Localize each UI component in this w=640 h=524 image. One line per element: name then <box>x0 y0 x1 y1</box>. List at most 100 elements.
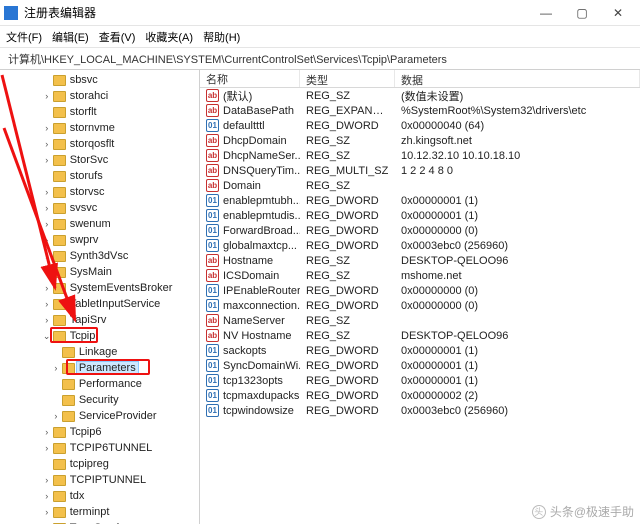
value-type: REG_DWORD <box>300 300 395 312</box>
chevron-icon[interactable]: › <box>42 203 52 213</box>
chevron-icon[interactable]: › <box>42 315 52 325</box>
chevron-icon[interactable]: › <box>42 139 52 149</box>
value-row[interactable]: 01enablepmtubh...REG_DWORD0x00000001 (1) <box>200 193 640 208</box>
tree-item-synth3dvsc[interactable]: ›Synth3dVsc <box>0 248 199 264</box>
value-name: DhcpDomain <box>223 135 287 147</box>
maximize-button[interactable]: ▢ <box>564 0 600 26</box>
value-row[interactable]: 01ForwardBroad...REG_DWORD0x00000000 (0) <box>200 223 640 238</box>
tree-item-storqosflt[interactable]: ›storqosflt <box>0 136 199 152</box>
value-name: Domain <box>223 180 261 192</box>
tree-item-linkage[interactable]: Linkage <box>0 344 199 360</box>
value-name: ICSDomain <box>223 270 279 282</box>
tree-item-tcpiptunnel[interactable]: ›TCPIPTUNNEL <box>0 472 199 488</box>
window-title: 注册表编辑器 <box>24 4 528 21</box>
value-row[interactable]: 01SyncDomainWi...REG_DWORD0x00000001 (1) <box>200 358 640 373</box>
menu-favorites[interactable]: 收藏夹(A) <box>145 29 193 45</box>
tree-item-storahci[interactable]: ›storahci <box>0 88 199 104</box>
folder-icon <box>53 123 66 134</box>
tree-label: storflt <box>70 106 97 118</box>
tree-item-termservice[interactable]: ›TermService <box>0 520 199 524</box>
value-row[interactable]: 01sackoptsREG_DWORD0x00000001 (1) <box>200 343 640 358</box>
tree-item-swprv[interactable]: ›swprv <box>0 232 199 248</box>
tree-pane[interactable]: sbsvc ›storahci storflt ›stornvme ›storq… <box>0 70 200 524</box>
string-value-icon: ab <box>206 164 219 177</box>
value-row[interactable]: abNV HostnameREG_SZDESKTOP-QELOO96 <box>200 328 640 343</box>
col-name[interactable]: 名称 <box>200 70 300 87</box>
tree-item-tcpip6[interactable]: ›Tcpip6 <box>0 424 199 440</box>
value-row[interactable]: 01enablepmtudis...REG_DWORD0x00000001 (1… <box>200 208 640 223</box>
tree-item-tcpip6tunnel[interactable]: ›TCPIP6TUNNEL <box>0 440 199 456</box>
value-row[interactable]: abICSDomainREG_SZmshome.net <box>200 268 640 283</box>
tree-item-storsvc[interactable]: ›StorSvc <box>0 152 199 168</box>
tree-item-tcpipreg[interactable]: tcpipreg <box>0 456 199 472</box>
chevron-icon[interactable]: › <box>42 299 52 309</box>
value-name: tcpmaxdupacks <box>223 390 299 402</box>
value-row[interactable]: abDhcpNameSer...REG_SZ10.12.32.10 10.10.… <box>200 148 640 163</box>
list-pane[interactable]: 名称 类型 数据 ab(默认)REG_SZ(数值未设置)abDataBasePa… <box>200 70 640 524</box>
chevron-icon[interactable]: › <box>42 443 52 453</box>
value-type: REG_SZ <box>300 90 395 102</box>
value-row[interactable]: 01maxconnection...REG_DWORD0x00000000 (0… <box>200 298 640 313</box>
value-type: REG_SZ <box>300 315 395 327</box>
chevron-icon[interactable]: › <box>51 411 61 421</box>
menu-edit[interactable]: 编辑(E) <box>52 29 89 45</box>
tree-item-svsvc[interactable]: ›svsvc <box>0 200 199 216</box>
tree-item-sbsvc[interactable]: sbsvc <box>0 72 199 88</box>
tree-item-performance[interactable]: Performance <box>0 376 199 392</box>
chevron-icon[interactable]: › <box>42 491 52 501</box>
value-row[interactable]: 01defaultttlREG_DWORD0x00000040 (64) <box>200 118 640 133</box>
chevron-icon[interactable]: › <box>42 475 52 485</box>
minimize-button[interactable]: — <box>528 0 564 26</box>
chevron-icon[interactable]: › <box>42 427 52 437</box>
value-data: 0x00000000 (0) <box>395 285 640 297</box>
chevron-icon[interactable]: › <box>42 123 52 133</box>
menu-view[interactable]: 查看(V) <box>99 29 136 45</box>
tree-item-serviceprovider[interactable]: ›ServiceProvider <box>0 408 199 424</box>
tree-item-systemeventsbroker[interactable]: ›SystemEventsBroker <box>0 280 199 296</box>
value-type: REG_DWORD <box>300 195 395 207</box>
string-value-icon: ab <box>206 269 219 282</box>
value-row[interactable]: abDomainREG_SZ <box>200 178 640 193</box>
chevron-icon[interactable]: › <box>42 251 52 261</box>
value-row[interactable]: abDhcpDomainREG_SZzh.kingsoft.net <box>200 133 640 148</box>
col-type[interactable]: 类型 <box>300 70 395 87</box>
chevron-icon[interactable]: › <box>42 91 52 101</box>
value-row[interactable]: 01tcpwindowsizeREG_DWORD0x0003ebc0 (2569… <box>200 403 640 418</box>
tree-item-swenum[interactable]: ›swenum <box>0 216 199 232</box>
tree-item-storufs[interactable]: storufs <box>0 168 199 184</box>
value-row[interactable]: 01tcpmaxdupacksREG_DWORD0x00000002 (2) <box>200 388 640 403</box>
chevron-icon[interactable]: › <box>42 219 52 229</box>
value-row[interactable]: abHostnameREG_SZDESKTOP-QELOO96 <box>200 253 640 268</box>
chevron-icon[interactable]: › <box>42 283 52 293</box>
value-row[interactable]: 01tcp1323optsREG_DWORD0x00000001 (1) <box>200 373 640 388</box>
value-type: REG_DWORD <box>300 345 395 357</box>
chevron-icon[interactable]: › <box>51 363 61 373</box>
close-button[interactable]: ✕ <box>600 0 636 26</box>
value-row[interactable]: abDataBasePathREG_EXPAND_SZ%SystemRoot%\… <box>200 103 640 118</box>
tree-item-storflt[interactable]: storflt <box>0 104 199 120</box>
menu-file[interactable]: 文件(F) <box>6 29 42 45</box>
value-row[interactable]: abDNSQueryTim...REG_MULTI_SZ1 2 2 4 8 0 <box>200 163 640 178</box>
tree-item-tabletinputservice[interactable]: ›TabletInputService <box>0 296 199 312</box>
value-row[interactable]: 01IPEnableRouterREG_DWORD0x00000000 (0) <box>200 283 640 298</box>
tree-item-tapisrv[interactable]: › TapiSrv <box>0 312 199 328</box>
col-data[interactable]: 数据 <box>395 70 640 87</box>
tree-item-sysmain[interactable]: ›SysMain <box>0 264 199 280</box>
chevron-icon[interactable]: › <box>42 187 52 197</box>
tree-item-tdx[interactable]: ›tdx <box>0 488 199 504</box>
tree-label: TapiSrv <box>70 314 107 326</box>
value-row[interactable]: abNameServerREG_SZ <box>200 313 640 328</box>
chevron-icon[interactable]: › <box>42 507 52 517</box>
address-bar[interactable]: 计算机\HKEY_LOCAL_MACHINE\SYSTEM\CurrentCon… <box>0 48 640 70</box>
tree-item-terminpt[interactable]: ›terminpt <box>0 504 199 520</box>
tree-item-tcpip[interactable]: ⌄Tcpip <box>0 328 199 344</box>
tree-item-storvsc[interactable]: ›storvsc <box>0 184 199 200</box>
chevron-icon[interactable]: › <box>42 267 52 277</box>
chevron-icon[interactable]: › <box>42 235 52 245</box>
tree-item-security[interactable]: Security <box>0 392 199 408</box>
menu-help[interactable]: 帮助(H) <box>203 29 240 45</box>
value-row[interactable]: ab(默认)REG_SZ(数值未设置) <box>200 88 640 103</box>
chevron-icon[interactable]: › <box>42 155 52 165</box>
tree-item-stornvme[interactable]: ›stornvme <box>0 120 199 136</box>
value-row[interactable]: 01globalmaxtcp...REG_DWORD0x0003ebc0 (25… <box>200 238 640 253</box>
